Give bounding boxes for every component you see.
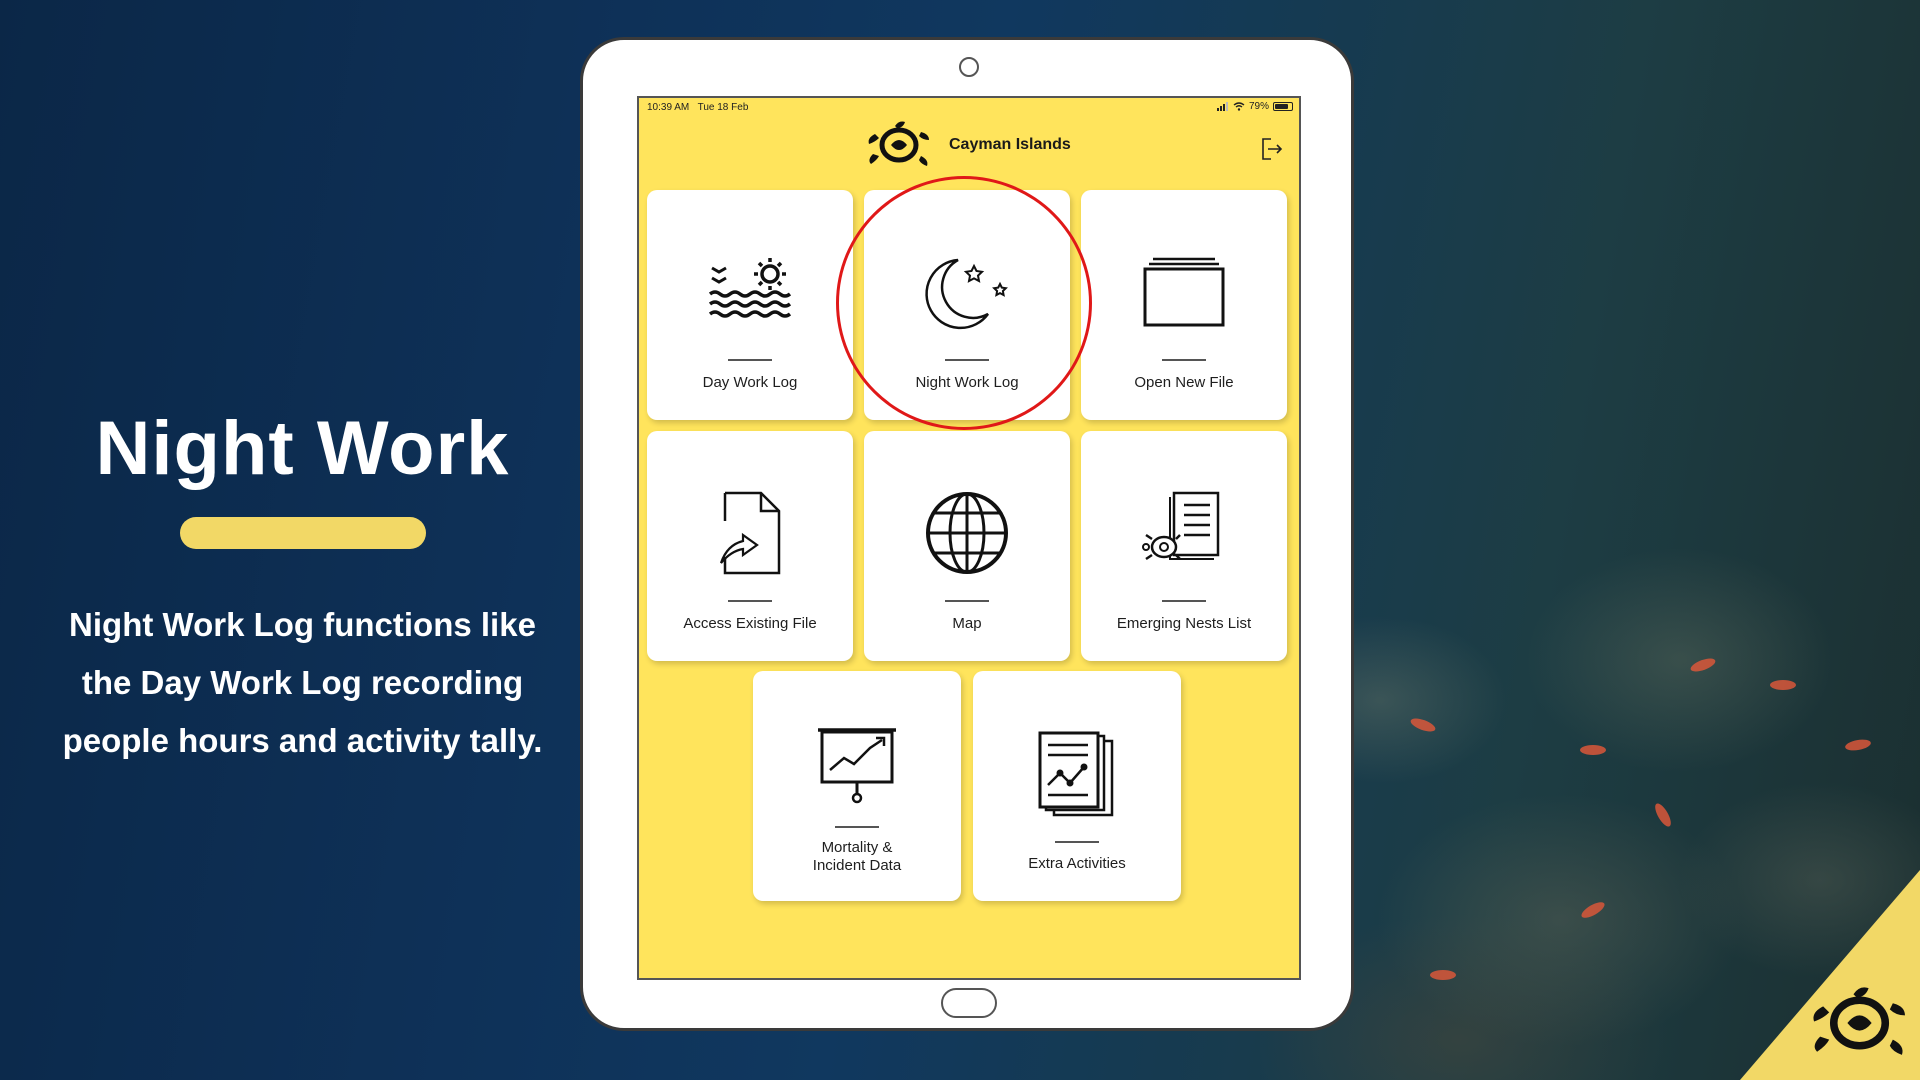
title-underline-bar (180, 517, 426, 549)
camera-icon (959, 57, 979, 77)
tile-label: Access Existing File (683, 615, 817, 632)
fish-decoration (1580, 745, 1606, 755)
presentation-chart-icon (818, 728, 896, 804)
logout-icon[interactable] (1259, 136, 1285, 162)
turtle-logo-icon (1813, 987, 1905, 1055)
tile-label-line1: Mortality & (821, 839, 893, 856)
signal-icon (1216, 102, 1228, 111)
tile-label-line2: Incident Data (812, 857, 902, 874)
highlight-circle (836, 176, 1092, 430)
tile-day-work-log[interactable]: Day Work Log (647, 190, 853, 420)
document-chart-icon (1038, 731, 1114, 817)
tile-label: Open New File (1134, 374, 1234, 391)
battery-percent: 79% (1248, 101, 1269, 112)
tile-label: Emerging Nests List (1116, 615, 1252, 632)
file-arrow-icon (719, 491, 781, 575)
home-button[interactable] (941, 988, 997, 1018)
app-header: Cayman Islands (639, 112, 1299, 172)
turtle-logo-icon (868, 121, 929, 166)
tile-label: Extra Activities (1028, 855, 1126, 872)
app-title: Cayman Islands (949, 136, 1071, 153)
tile-access-existing-file[interactable]: Access Existing File (647, 431, 853, 661)
tile-label: Day Work Log (702, 374, 798, 391)
tile-mortality-incident-data[interactable]: Mortality & Incident Data (753, 671, 961, 901)
fish-decoration (1430, 970, 1456, 980)
tile-open-new-file[interactable]: Open New File (1081, 190, 1287, 420)
fish-decoration (1770, 680, 1796, 690)
tile-extra-activities[interactable]: Extra Activities (973, 671, 1181, 901)
globe-icon (926, 492, 1008, 574)
slide-description: Night Work Log functions like the Day Wo… (62, 606, 543, 759)
tile-emerging-nests-list[interactable]: Emerging Nests List (1081, 431, 1287, 661)
tile-map[interactable]: Map (864, 431, 1070, 661)
folder-stack-icon (1143, 257, 1225, 327)
slide-title: Night Work (95, 406, 510, 491)
turtle-list-icon (1142, 491, 1220, 561)
battery-icon (1273, 102, 1293, 111)
tile-label: Map (952, 615, 982, 632)
wifi-icon (1233, 102, 1245, 111)
sun-waves-icon (708, 258, 792, 318)
